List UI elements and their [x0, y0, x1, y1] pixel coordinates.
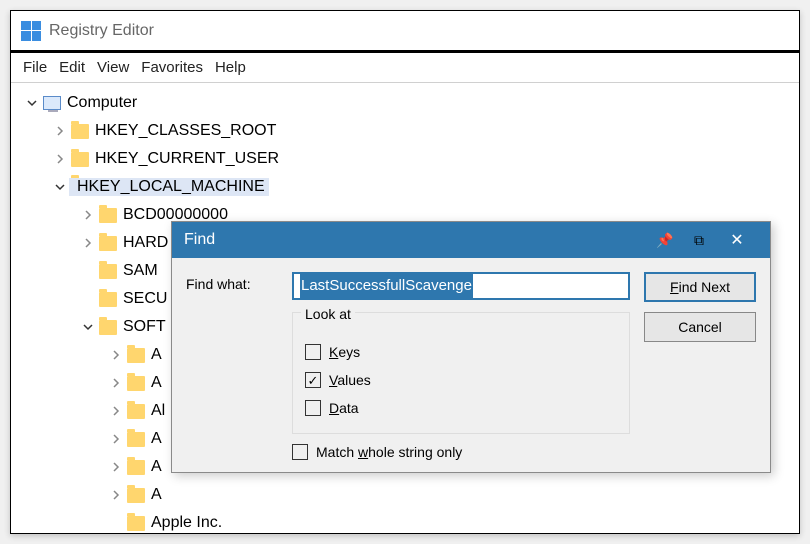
checkbox-keys[interactable]: Keys — [305, 339, 617, 365]
find-next-button[interactable]: Find Next — [644, 272, 756, 302]
checkbox-values-label: Values — [329, 372, 371, 388]
tree-label: HKEY_CLASSES_ROOT — [95, 122, 276, 140]
tree-label: HKEY_CURRENT_USER — [95, 150, 279, 168]
menu-edit[interactable]: Edit — [59, 59, 85, 76]
folder-icon — [99, 236, 117, 251]
folder-icon — [99, 208, 117, 223]
tree-node-apple[interactable]: Apple Inc. — [17, 509, 793, 534]
find-dialog-titlebar[interactable]: Find 📌 ⧉ ✕ — [172, 222, 770, 258]
tree-label: SAM — [123, 262, 158, 280]
lookat-label: Look at — [301, 306, 355, 322]
tree-node-hklm[interactable]: HKEY_LOCAL_MACHINE — [17, 173, 793, 201]
folder-icon — [71, 124, 89, 139]
folder-icon — [99, 292, 117, 307]
chevron-right-icon[interactable] — [107, 374, 125, 392]
find-dialog: Find 📌 ⧉ ✕ Find what: LastSuccessfullSca… — [171, 221, 771, 473]
computer-icon — [43, 96, 61, 110]
chevron-right-icon[interactable] — [79, 234, 97, 252]
checkbox-icon — [305, 400, 321, 416]
restore-icon[interactable]: ⧉ — [682, 232, 716, 249]
menu-bar: File Edit View Favorites Help — [11, 53, 799, 83]
app-title: Registry Editor — [49, 22, 154, 40]
checkbox-icon: ✓ — [305, 372, 321, 388]
menu-help[interactable]: Help — [215, 59, 246, 76]
tree-label: A — [151, 346, 162, 364]
tree-label: Apple Inc. — [151, 514, 222, 532]
chevron-right-icon[interactable] — [107, 486, 125, 504]
menu-favorites[interactable]: Favorites — [141, 59, 203, 76]
chevron-down-icon[interactable] — [23, 94, 41, 112]
chevron-right-icon[interactable] — [107, 458, 125, 476]
tree-label: A — [151, 486, 162, 504]
folder-icon — [127, 488, 145, 503]
tree-row[interactable]: A — [17, 481, 793, 509]
folder-icon — [127, 348, 145, 363]
checkbox-keys-label: Keys — [329, 344, 360, 360]
pin-icon[interactable]: 📌 — [648, 232, 682, 249]
tree-label: SECU — [123, 290, 167, 308]
find-input[interactable]: LastSuccessfullScavenge — [292, 272, 630, 300]
checkbox-icon — [305, 344, 321, 360]
tree-node-computer[interactable]: Computer — [17, 89, 793, 117]
tree-label: Computer — [67, 94, 137, 112]
menu-view[interactable]: View — [97, 59, 129, 76]
tree-label: HARD — [123, 234, 168, 252]
folder-icon — [127, 460, 145, 475]
tree-label: HKEY_LOCAL_MACHINE — [77, 178, 265, 195]
chevron-down-icon[interactable] — [51, 178, 69, 196]
findwhat-label: Find what: — [186, 276, 251, 292]
tree-node-hkcu[interactable]: HKEY_CURRENT_USER — [17, 145, 793, 173]
chevron-right-icon[interactable] — [51, 150, 69, 168]
selected-node: HKEY_LOCAL_MACHINE — [69, 178, 269, 196]
folder-icon — [71, 152, 89, 167]
chevron-right-icon[interactable] — [51, 122, 69, 140]
folder-icon — [127, 404, 145, 419]
tree-label: Al — [151, 402, 165, 420]
find-input-value: LastSuccessfullScavenge — [300, 274, 473, 298]
folder-icon — [127, 376, 145, 391]
tree-label: A — [151, 374, 162, 392]
tree-node-hkcr[interactable]: HKEY_CLASSES_ROOT — [17, 117, 793, 145]
chevron-down-icon[interactable] — [79, 318, 97, 336]
cancel-button[interactable]: Cancel — [644, 312, 756, 342]
close-icon[interactable]: ✕ — [716, 222, 758, 258]
folder-icon — [99, 264, 117, 279]
registry-editor-window: Registry Editor File Edit View Favorites… — [10, 10, 800, 534]
chevron-right-icon[interactable] — [79, 206, 97, 224]
tree-label: A — [151, 430, 162, 448]
lookat-group: Look at Keys ✓ Values Data — [292, 312, 630, 434]
folder-icon — [127, 516, 145, 531]
checkbox-data[interactable]: Data — [305, 395, 617, 421]
find-dialog-title: Find — [184, 231, 215, 249]
chevron-right-icon[interactable] — [107, 402, 125, 420]
checkbox-match-whole[interactable]: Match whole string only — [292, 444, 630, 460]
titlebar: Registry Editor — [11, 11, 799, 53]
tree-label: SOFT — [123, 318, 166, 336]
tree-label: A — [151, 458, 162, 476]
folder-icon — [127, 432, 145, 447]
regedit-icon — [21, 21, 41, 41]
chevron-right-icon[interactable] — [107, 346, 125, 364]
folder-icon — [99, 320, 117, 335]
checkbox-data-label: Data — [329, 400, 359, 416]
checkbox-icon — [292, 444, 308, 460]
checkbox-match-label: Match whole string only — [316, 444, 462, 460]
checkbox-values[interactable]: ✓ Values — [305, 367, 617, 393]
menu-file[interactable]: File — [23, 59, 47, 76]
chevron-right-icon[interactable] — [107, 430, 125, 448]
